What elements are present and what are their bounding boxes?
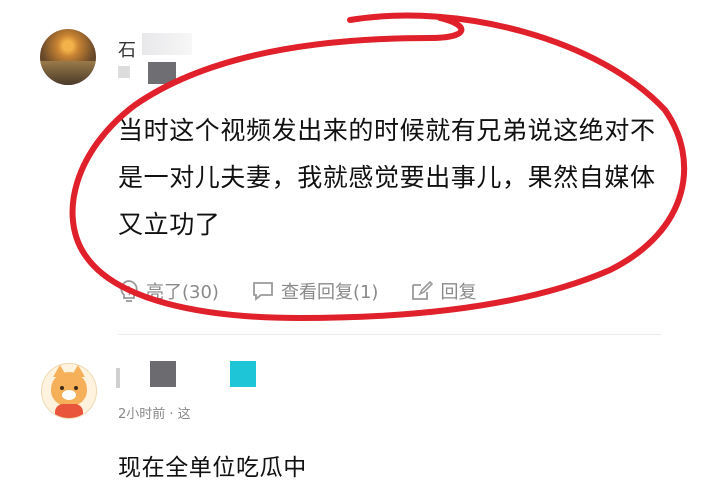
lightbulb-icon bbox=[120, 280, 138, 302]
comment-text: 现在全单位吃瓜中 bbox=[118, 455, 307, 481]
comment-actions: 亮了(30) 查看回复(1) 回复 bbox=[118, 276, 508, 306]
edit-reply-icon bbox=[412, 280, 434, 300]
avatar-sunset-image bbox=[40, 61, 96, 85]
view-replies-button[interactable]: 查看回复(1) bbox=[251, 278, 379, 304]
reply-button[interactable]: 回复 bbox=[410, 278, 476, 304]
cat-avatar-icon bbox=[51, 365, 87, 406]
comment-text: 当时这个视频发出来的时候就有兄弟说这绝对不是一对儿夫妻，我就感觉要出事儿，果然自… bbox=[118, 116, 656, 239]
censor-blur bbox=[142, 33, 192, 55]
comment-item: 2小时前 · 这 现在全单位吃瓜中 bbox=[0, 335, 723, 501]
comment-bubble-icon bbox=[253, 282, 273, 301]
username[interactable]: 石 bbox=[118, 36, 136, 62]
censor-gray-box bbox=[150, 361, 176, 387]
avatar[interactable] bbox=[40, 29, 96, 85]
like-button[interactable]: 亮了(30) bbox=[118, 278, 219, 304]
censor-gray-box bbox=[148, 62, 176, 84]
censor-mark bbox=[116, 368, 120, 388]
view-replies-label: 查看回复(1) bbox=[280, 282, 379, 303]
censor-cyan-box bbox=[230, 361, 256, 387]
censor-mark bbox=[118, 66, 130, 78]
like-count: 亮了(30) bbox=[146, 282, 219, 303]
reply-label: 回复 bbox=[440, 282, 477, 303]
comment-item: 石 当时这个视频发出来的时候就有兄弟说这绝对不是一对儿夫妻，我就感觉要出事儿，果… bbox=[0, 0, 723, 335]
avatar[interactable] bbox=[41, 363, 97, 419]
comment-time: 2小时前 · 这 bbox=[118, 407, 191, 422]
